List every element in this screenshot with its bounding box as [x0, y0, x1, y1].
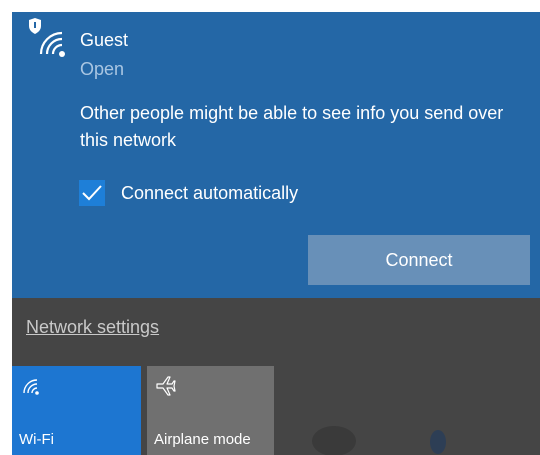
- connect-automatically-option[interactable]: Connect automatically: [79, 179, 298, 207]
- network-card-guest[interactable]: Guest Open Other people might be able to…: [12, 12, 540, 298]
- background-shape: [430, 430, 446, 454]
- airplane-mode-label: Airplane mode: [154, 431, 251, 448]
- airplane-icon: [156, 376, 176, 396]
- wifi-icon: [23, 379, 39, 395]
- wifi-quick-action[interactable]: Wi-Fi: [12, 366, 141, 455]
- security-warning: Other people might be able to see info y…: [80, 103, 504, 150]
- connect-automatically-label: Connect automatically: [121, 183, 299, 203]
- screen: Guest Open Other people might be able to…: [0, 0, 540, 455]
- airplane-mode-quick-action[interactable]: Airplane mode: [147, 366, 274, 455]
- connect-automatically-checkbox[interactable]: [79, 180, 105, 206]
- wifi-label: Wi-Fi: [19, 431, 54, 448]
- secured-wifi-icon: [29, 18, 65, 57]
- network-flyout: Guest Open Other people might be able to…: [12, 12, 540, 455]
- checkmark-icon: [82, 185, 102, 201]
- background-shape: [312, 426, 356, 455]
- network-name: Guest: [80, 30, 129, 50]
- network-settings-link[interactable]: Network settings: [26, 316, 159, 338]
- network-status: Open: [80, 59, 125, 79]
- connect-button[interactable]: Connect: [308, 235, 530, 285]
